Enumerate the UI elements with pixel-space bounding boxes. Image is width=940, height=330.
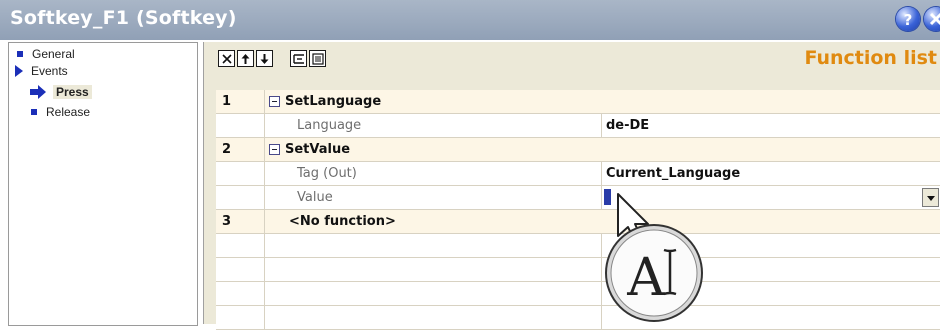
dropdown-arrow-button[interactable] bbox=[922, 188, 939, 207]
function-name: <No function> bbox=[289, 214, 396, 229]
function-name: SetLanguage bbox=[285, 94, 382, 109]
text-cursor-glyph: A bbox=[626, 248, 666, 308]
function-row[interactable]: 1 SetLanguage bbox=[216, 90, 940, 114]
move-up-icon bbox=[241, 54, 250, 64]
delete-icon bbox=[222, 54, 232, 64]
empty-row bbox=[216, 234, 940, 258]
title-bar: Softkey_F1 (Softkey) ? bbox=[0, 0, 940, 40]
parameter-name: Value bbox=[297, 190, 333, 205]
property-tree: General Events Press Release bbox=[8, 42, 198, 326]
mouse-pointer-icon: A bbox=[605, 193, 703, 322]
expand-arrow-icon bbox=[15, 64, 23, 77]
function-row[interactable]: 2 SetValue bbox=[216, 138, 940, 162]
window-title: Softkey_F1 (Softkey) bbox=[10, 7, 237, 29]
tree-item-label: Release bbox=[46, 105, 91, 119]
function-name: SetValue bbox=[285, 142, 351, 157]
function-list-panel: Function list 1 SetLanguage Language de-… bbox=[203, 42, 940, 330]
function-grid: 1 SetLanguage Language de-DE 2 SetValue … bbox=[216, 90, 940, 330]
tree-item-general[interactable]: General bbox=[17, 47, 75, 61]
function-list-title: Function list bbox=[804, 47, 937, 69]
indent-button[interactable] bbox=[290, 50, 307, 67]
list-button[interactable] bbox=[309, 50, 326, 67]
svg-text:?: ? bbox=[904, 11, 913, 29]
empty-row bbox=[216, 258, 940, 282]
parameter-row[interactable]: Tag (Out) Current_Language bbox=[216, 162, 940, 186]
delete-button[interactable] bbox=[218, 50, 235, 67]
tree-item-release[interactable]: Release bbox=[31, 105, 90, 119]
parameter-name: Tag (Out) bbox=[297, 166, 357, 181]
function-row[interactable]: 3 <No function> bbox=[216, 210, 940, 234]
parameter-value[interactable]: de-DE bbox=[606, 118, 649, 133]
tree-item-events[interactable]: Events bbox=[15, 64, 68, 78]
function-number: 3 bbox=[222, 214, 232, 229]
list-icon bbox=[312, 53, 324, 65]
close-icon[interactable] bbox=[924, 7, 940, 31]
collapse-icon[interactable] bbox=[269, 144, 280, 155]
tree-item-press[interactable]: Press bbox=[29, 84, 92, 100]
move-down-button[interactable] bbox=[256, 50, 273, 67]
collapse-icon[interactable] bbox=[269, 96, 280, 107]
tree-item-label: Events bbox=[31, 64, 68, 78]
function-number: 1 bbox=[222, 94, 232, 109]
empty-row bbox=[216, 306, 940, 330]
bullet-icon bbox=[31, 108, 37, 115]
tree-item-label: General bbox=[32, 47, 75, 61]
parameter-row[interactable]: Language de-DE bbox=[216, 114, 940, 138]
parameter-row[interactable]: Value bbox=[216, 186, 940, 210]
tree-item-label: Press bbox=[53, 85, 92, 99]
empty-row bbox=[216, 282, 940, 306]
selected-arrow-icon bbox=[30, 84, 46, 99]
help-icon[interactable]: ? bbox=[896, 7, 920, 31]
bullet-icon bbox=[17, 50, 23, 57]
indent-icon bbox=[293, 54, 304, 64]
move-down-icon bbox=[260, 54, 269, 64]
function-number: 2 bbox=[222, 142, 232, 157]
move-up-button[interactable] bbox=[237, 50, 254, 67]
parameter-name: Language bbox=[297, 118, 362, 133]
